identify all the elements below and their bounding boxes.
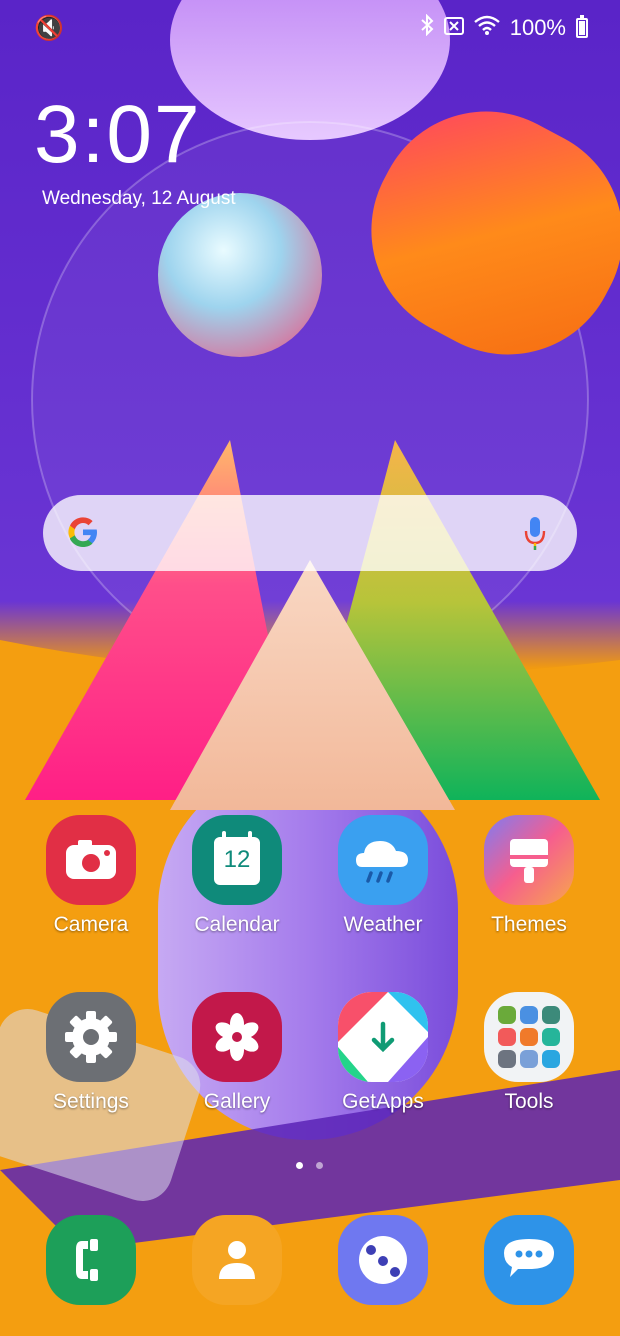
google-search-bar[interactable] xyxy=(43,495,577,571)
microphone-icon[interactable] xyxy=(523,513,547,553)
clock-date[interactable]: Wednesday, 12 August xyxy=(42,188,236,210)
app-label: Gallery xyxy=(203,1090,271,1113)
app-label: Tools xyxy=(504,1090,554,1113)
phone-icon[interactable] xyxy=(46,1215,136,1305)
app-label: Calendar xyxy=(194,913,280,936)
status-bar: 🔇 100% xyxy=(0,0,620,56)
getapps-icon xyxy=(338,992,428,1082)
weather-icon xyxy=(338,815,428,905)
messages-icon[interactable] xyxy=(484,1215,574,1305)
no-sim-icon xyxy=(443,15,464,41)
app-label: Themes xyxy=(491,913,567,936)
calendar-day: 12 xyxy=(223,846,251,873)
mute-vibrate-icon: 🔇 xyxy=(34,15,64,42)
camera-icon xyxy=(46,815,136,905)
app-tools-folder[interactable]: Tools xyxy=(459,992,599,1114)
tools-folder-icon xyxy=(484,992,574,1082)
wifi-icon xyxy=(473,15,500,41)
clock-time[interactable]: 3:07 xyxy=(34,88,202,182)
battery-icon xyxy=(576,15,588,38)
app-label: Camera xyxy=(53,913,129,936)
contacts-icon[interactable] xyxy=(192,1215,282,1305)
calendar-icon: 12 xyxy=(192,815,282,905)
google-g-icon xyxy=(63,512,103,552)
page-indicator-dot-active[interactable] xyxy=(296,1162,303,1169)
app-weather[interactable]: Weather xyxy=(313,815,453,937)
app-themes[interactable]: Themes xyxy=(459,815,599,937)
settings-icon xyxy=(46,992,136,1082)
app-gallery[interactable]: Gallery xyxy=(167,992,307,1114)
bixby-icon[interactable] xyxy=(338,1215,428,1305)
app-calendar[interactable]: 12 Calendar xyxy=(167,815,307,937)
gallery-icon xyxy=(192,992,282,1082)
app-camera[interactable]: Camera xyxy=(21,815,161,937)
themes-icon xyxy=(484,815,574,905)
app-label: Settings xyxy=(53,1090,129,1113)
app-label: GetApps xyxy=(342,1090,424,1113)
status-icons: 100% xyxy=(420,13,588,42)
app-getapps[interactable]: GetApps xyxy=(313,992,453,1114)
app-settings[interactable]: Settings xyxy=(21,992,161,1114)
bluetooth-icon xyxy=(420,13,434,42)
app-label: Weather xyxy=(343,913,423,936)
battery-percentage: 100% xyxy=(509,15,566,40)
page-indicator-dot[interactable] xyxy=(316,1162,323,1169)
